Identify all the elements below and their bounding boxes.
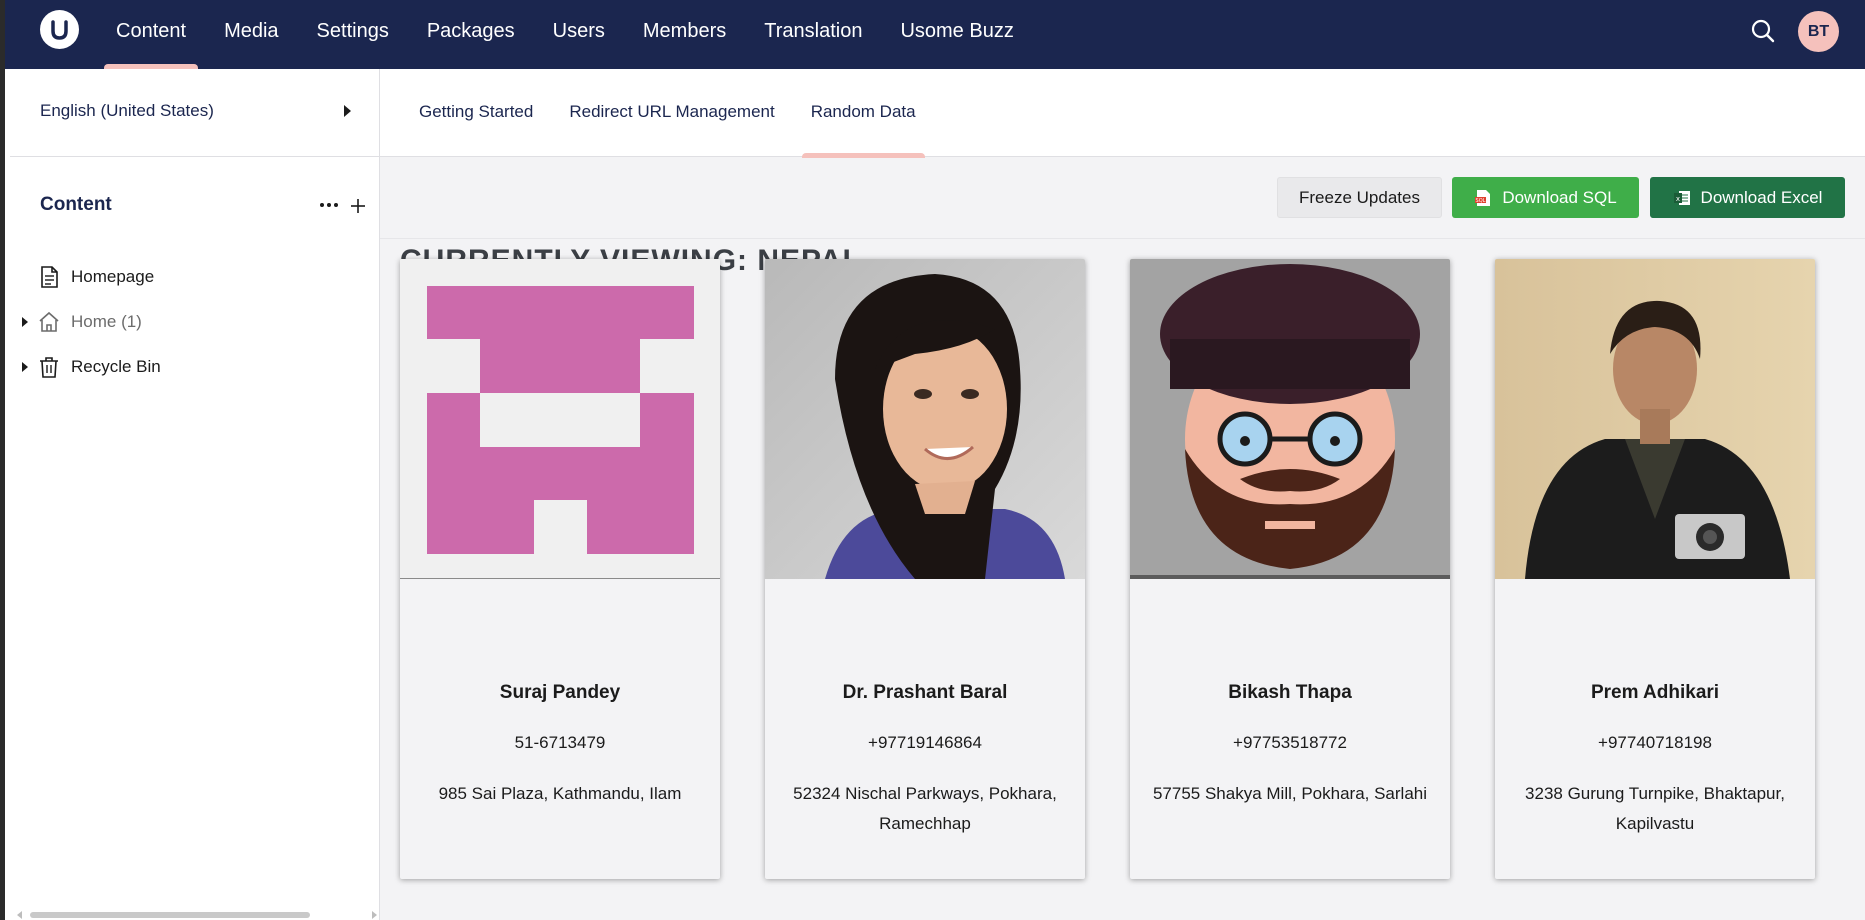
language-label: English (United States) <box>40 101 214 120</box>
person-phone: +97753518772 <box>1233 733 1347 752</box>
scroll-left-icon[interactable] <box>17 911 22 919</box>
person-name: Suraj Pandey <box>499 682 621 703</box>
download-excel-button[interactable]: x Download Excel <box>1650 177 1845 218</box>
download-sql-button[interactable]: SQL Download SQL <box>1452 177 1639 218</box>
caret-right-icon <box>344 105 351 117</box>
tree-item-home[interactable]: Home (1) <box>19 308 359 336</box>
tree-caret-spacer <box>19 271 31 283</box>
svg-text:x: x <box>1675 195 1679 203</box>
freeze-updates-label: Freeze Updates <box>1299 187 1420 207</box>
dashboard-tabs: Getting Started Redirect URL Management … <box>380 69 1865 158</box>
nav-item-usome-buzz[interactable]: Usome Buzz <box>881 0 1032 69</box>
add-icon[interactable] <box>349 197 367 215</box>
cartoon-man-avatar <box>1130 259 1450 579</box>
sidebar: English (United States) Content Homepage <box>0 69 384 920</box>
nav-item-packages[interactable]: Packages <box>408 0 534 69</box>
header-strip <box>380 158 1865 239</box>
tab-random-data[interactable]: Random Data <box>801 69 925 158</box>
identicon-avatar <box>400 259 720 579</box>
tab-getting-started[interactable]: Getting Started <box>410 69 542 157</box>
person-card: Bikash Thapa +97753518772 57755 Shakya M… <box>1130 259 1450 879</box>
person-phone: +97719146864 <box>868 733 982 752</box>
person-address: 3238 Gurung Turnpike, Bhaktapur, Kapilva… <box>1525 784 1785 833</box>
nav-item-content[interactable]: Content <box>97 0 205 69</box>
person-name: Dr. Prashant Baral <box>842 682 1008 703</box>
man-photo-avatar <box>1495 259 1815 579</box>
tree-item-label: Recycle Bin <box>71 357 161 376</box>
tree-item-label: Home (1) <box>71 312 142 331</box>
user-avatar[interactable]: BT <box>1798 11 1839 52</box>
nav-item-media[interactable]: Media <box>205 0 297 69</box>
scroll-right-icon[interactable] <box>372 911 377 919</box>
svg-text:SQL: SQL <box>1476 198 1486 204</box>
tree-item-label: Homepage <box>71 267 155 286</box>
expand-caret-icon[interactable] <box>19 361 31 373</box>
main-nav: Content Media Settings Packages Users Me… <box>97 0 1033 69</box>
nav-item-translation[interactable]: Translation <box>745 0 881 69</box>
more-options-icon[interactable] <box>317 197 341 213</box>
main-content: Getting Started Redirect URL Management … <box>380 69 1865 920</box>
person-address: 52324 Nischal Parkways, Pokhara, Ramechh… <box>793 784 1057 833</box>
language-selector[interactable]: English (United States) <box>10 69 384 157</box>
freeze-updates-button[interactable]: Freeze Updates <box>1277 177 1442 218</box>
top-bar: Content Media Settings Packages Users Me… <box>0 0 1865 69</box>
woman-photo-avatar <box>765 259 1085 579</box>
scrollbar-thumb[interactable] <box>30 912 310 918</box>
nav-item-settings[interactable]: Settings <box>298 0 408 69</box>
person-name: Bikash Thapa <box>1228 682 1352 703</box>
download-excel-label: Download Excel <box>1700 187 1823 207</box>
person-phone: 51-6713479 <box>514 733 606 752</box>
person-address: 57755 Shakya Mill, Pokhara, Sarlahi <box>1152 784 1428 803</box>
nav-item-members[interactable]: Members <box>624 0 745 69</box>
umbraco-logo-icon[interactable] <box>40 10 79 49</box>
trash-icon <box>37 355 61 379</box>
person-card: Prem Adhikari +97740718198 3238 Gurung T… <box>1495 259 1815 879</box>
excel-file-icon: x <box>1673 189 1691 207</box>
sql-file-icon: SQL <box>1474 189 1492 207</box>
sidebar-horizontal-scrollbar[interactable] <box>10 906 384 920</box>
person-card: Dr. Prashant Baral +97719146864 52324 Ni… <box>765 259 1085 879</box>
tree-item-recycle-bin[interactable]: Recycle Bin <box>19 353 359 381</box>
people-cards: Suraj Pandey 51-6713479 985 Sai Plaza, K… <box>400 259 1850 879</box>
content-section-title: Content <box>40 194 112 215</box>
person-address: 985 Sai Plaza, Kathmandu, Ilam <box>438 784 682 803</box>
document-icon <box>37 265 61 289</box>
expand-caret-icon[interactable] <box>19 316 31 328</box>
home-icon <box>37 310 61 334</box>
download-sql-label: Download SQL <box>1502 187 1617 207</box>
person-name: Prem Adhikari <box>1590 682 1720 703</box>
person-phone: +97740718198 <box>1598 733 1712 752</box>
search-icon[interactable] <box>1749 16 1777 46</box>
tree-item-homepage[interactable]: Homepage <box>19 263 359 291</box>
person-card: Suraj Pandey 51-6713479 985 Sai Plaza, K… <box>400 259 720 879</box>
nav-item-users[interactable]: Users <box>534 0 624 69</box>
tab-redirect-url-management[interactable]: Redirect URL Management <box>560 69 783 157</box>
